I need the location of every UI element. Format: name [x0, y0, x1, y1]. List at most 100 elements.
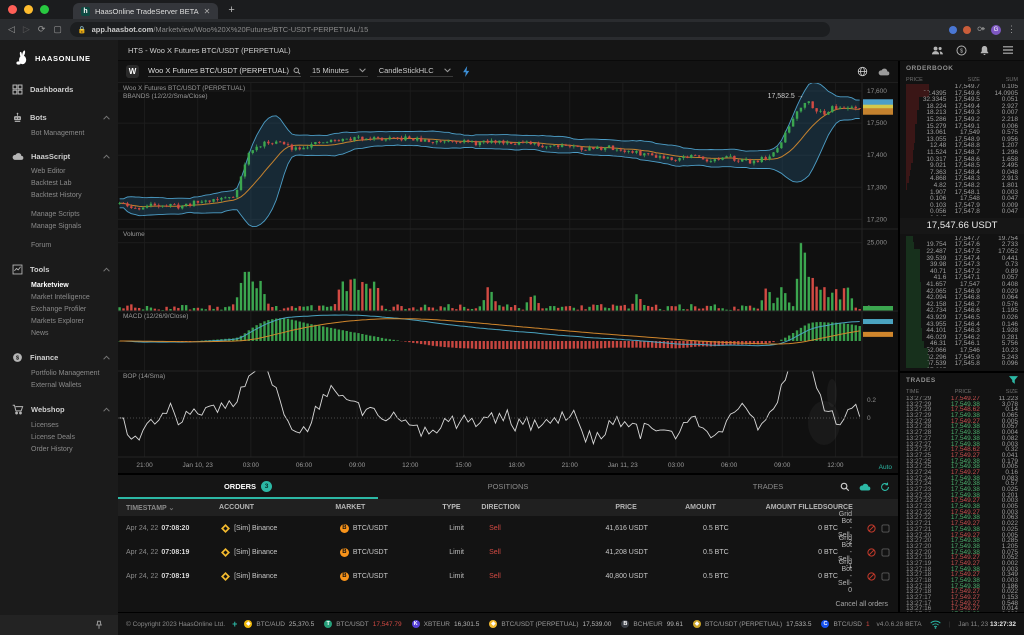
sidebar-item-manage-scripts[interactable]: Manage Scripts — [0, 208, 118, 220]
bell-icon[interactable] — [979, 45, 990, 56]
dollar-circle-icon[interactable]: $ — [956, 45, 967, 56]
axis-auto-toggle[interactable]: Auto — [879, 464, 892, 471]
cancel-order-icon[interactable] — [867, 548, 876, 557]
brand-logo[interactable]: HAASONLINE — [0, 40, 118, 74]
tab-label: POSITIONS — [488, 482, 529, 491]
ticker-btc-usdt-perpetual-[interactable]: ◆BTC/USDT (PERPETUAL)17,533.5 — [693, 620, 811, 628]
chart-style-select[interactable]: CandleStickHLC — [377, 66, 453, 77]
sidebar-item-bot-management[interactable]: Bot Management — [0, 127, 118, 139]
sidebar-item-tools[interactable]: Tools — [0, 260, 118, 279]
browser-profile-avatar[interactable]: G — [991, 25, 1001, 35]
sidebar-item-exchange-profiler[interactable]: Exchange Profiler — [0, 303, 118, 315]
users-icon[interactable] — [931, 45, 944, 56]
ticker-pair: BTC/USD — [833, 621, 862, 628]
sidebar-item-markets-explorer[interactable]: Markets Explorer — [0, 315, 118, 327]
ticker-btc-usdt[interactable]: TBTC/USDT17,547.79 — [324, 620, 401, 628]
sidebar-item-marketview[interactable]: Marketview — [0, 279, 118, 291]
tab-orders[interactable]: ORDERS3 — [118, 475, 378, 499]
depth-bar — [906, 110, 917, 117]
market-selector[interactable]: Woo X Futures BTC/USDT (PERPETUAL) — [148, 66, 301, 77]
chevron-up-icon[interactable] — [103, 115, 110, 120]
sidebar-item-finance[interactable]: $Finance — [0, 348, 118, 367]
maximize-window-button[interactable] — [40, 5, 49, 14]
minimize-window-button[interactable] — [24, 5, 33, 14]
tab-close-icon[interactable]: ✕ — [204, 7, 211, 16]
chevron-up-icon[interactable] — [103, 154, 110, 159]
order-row[interactable]: Apr 24, 2207:08:19[Sim] BinanceBBTC/USDT… — [118, 540, 898, 564]
orderbook-bids[interactable]: 17,547.719.75419.75417,547.62.73322.4871… — [900, 236, 1024, 368]
exchange-icon: ◆ — [693, 620, 701, 628]
cloud-download-icon[interactable] — [859, 483, 871, 492]
chevron-up-icon[interactable] — [103, 355, 110, 360]
ticker-btc-usdt-perpetual-[interactable]: ◆BTC/USDT (PERPETUAL)17,539.00 — [489, 620, 611, 628]
sidebar-item-web-editor[interactable]: Web Editor — [0, 165, 118, 177]
refresh-icon[interactable] — [880, 482, 890, 492]
trades-rows[interactable]: 13:27:2917,549.2711.22313:27:2917,549.38… — [900, 396, 1024, 612]
cloud-download-icon[interactable] — [878, 67, 890, 77]
add-ticker-button[interactable]: + — [232, 619, 237, 629]
sidebar-item-dashboards[interactable]: Dashboards — [0, 80, 118, 99]
search-icon[interactable] — [840, 482, 850, 492]
filter-icon[interactable] — [1009, 376, 1018, 384]
ticker-btc-usd[interactable]: CBTC/USD17,549.02 — [821, 620, 869, 628]
menu-icon[interactable] — [1002, 45, 1014, 55]
sidebar-item-manage-signals[interactable]: Manage Signals — [0, 220, 118, 232]
sidebar-item-licenses[interactable]: Licenses — [0, 419, 118, 431]
sidebar-item-portfolio-management[interactable]: Portfolio Management — [0, 367, 118, 379]
sidebar-item-haasscript[interactable]: HaasScript — [0, 148, 118, 165]
chevron-up-icon[interactable] — [103, 267, 110, 272]
back-icon[interactable]: ◁ — [8, 24, 15, 35]
tab-positions[interactable]: POSITIONS — [378, 475, 638, 499]
forward-icon[interactable]: ▷ — [23, 24, 30, 35]
sidebar-item-forum[interactable]: Forum — [0, 239, 118, 251]
browser-menu-icon[interactable]: ⋮ — [1007, 24, 1016, 35]
sidebar-item-backtest-history[interactable]: Backtest History — [0, 189, 118, 201]
sidebar-item-license-deals[interactable]: License Deals — [0, 431, 118, 443]
extension-icon[interactable] — [963, 26, 971, 34]
cancel-order-icon[interactable] — [867, 572, 876, 581]
depth-bar — [906, 308, 921, 315]
orderbook-row[interactable]: 17,545.80.09667.635 — [900, 361, 1024, 368]
price-chart[interactable]: 17,60017,50017,40017,30017,20017,582.5 →… — [118, 83, 898, 473]
select-order-checkbox[interactable] — [881, 524, 890, 533]
window-controls[interactable] — [8, 5, 49, 14]
depth-bar — [906, 348, 928, 355]
globe-icon[interactable] — [857, 66, 868, 77]
select-order-checkbox[interactable] — [881, 572, 890, 581]
extension-icon[interactable] — [949, 26, 957, 34]
sidebar-item-backtest-lab[interactable]: Backtest Lab — [0, 177, 118, 189]
orderbook-asks[interactable]: 17,549.70.10532.439517,549.614.090532.33… — [900, 84, 1024, 216]
close-window-button[interactable] — [8, 5, 17, 14]
browser-tab[interactable]: h HaasOnline TradeServer BETA ✕ — [73, 3, 218, 19]
binance-icon — [221, 548, 230, 557]
ticker-bch-eur[interactable]: BBCH/EUR99.61 — [621, 620, 683, 628]
sidebar-item-news[interactable]: News — [0, 327, 118, 339]
sidebar-item-webshop[interactable]: Webshop — [0, 400, 118, 419]
address-bar[interactable]: 🔒 app.haasbot.com/Marketview/Woo%20X%20F… — [70, 22, 830, 37]
lightning-icon[interactable] — [462, 66, 471, 77]
btc-icon: B — [340, 524, 349, 533]
order-row[interactable]: Apr 24, 2207:08:19[Sim] BinanceBBTC/USDT… — [118, 564, 898, 588]
order-row[interactable]: Apr 24, 2207:08:20[Sim] BinanceBBTC/USDT… — [118, 516, 898, 540]
ticker-pair: BTC/USDT (PERPETUAL) — [705, 621, 782, 628]
interval-value: 15 Minutes — [312, 66, 349, 75]
new-tab-button[interactable]: + — [228, 4, 234, 16]
order-type: Limit — [449, 525, 489, 532]
sidebar-item-external-wallets[interactable]: External Wallets — [0, 379, 118, 391]
pin-icon[interactable] — [94, 620, 104, 630]
sidebar-item-market-intelligence[interactable]: Market Intelligence — [0, 291, 118, 303]
cancel-all-orders-link[interactable]: Cancel all orders — [835, 601, 888, 608]
chevron-up-icon[interactable] — [103, 407, 110, 412]
sidebar-item-order-history[interactable]: Order History — [0, 443, 118, 455]
ticker-btc-aud[interactable]: ◆BTC/AUD25,370.5 — [244, 620, 314, 628]
select-order-checkbox[interactable] — [881, 548, 890, 557]
ticker-xbteur[interactable]: KXBTEUR16,301.5 — [412, 620, 480, 628]
extensions-puzzle-icon[interactable]: ⚩ — [977, 24, 985, 35]
order-price: 41,208 USDT — [548, 549, 648, 556]
reload-icon[interactable]: ⟳ — [38, 24, 46, 35]
interval-select[interactable]: 15 Minutes — [310, 66, 368, 77]
bookmark-icon[interactable]: ▢ — [53, 24, 62, 35]
sidebar-item-bots[interactable]: Bots — [0, 108, 118, 127]
svg-text:0: 0 — [867, 415, 871, 422]
cancel-order-icon[interactable] — [867, 524, 876, 533]
